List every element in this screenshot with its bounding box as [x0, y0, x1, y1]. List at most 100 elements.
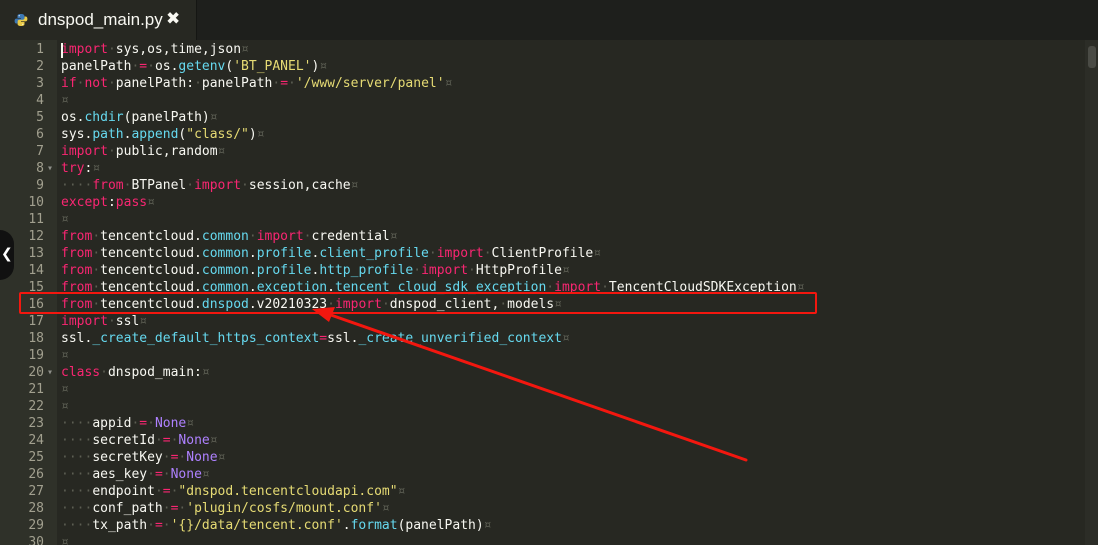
code-token: · [92, 246, 101, 261]
code-token: · [162, 501, 171, 516]
code-line-24[interactable]: 24 ····secretId·=·None¤ [0, 432, 1080, 449]
code-token: secretKey [92, 450, 163, 465]
code-token: · [154, 433, 163, 448]
line-number: 27 [28, 484, 44, 499]
code-token: dnspod_main: [107, 365, 202, 380]
line-number: 11 [28, 212, 44, 227]
code-line-10[interactable]: 10 except:pass¤ [0, 194, 1080, 211]
code-line-23[interactable]: 23 ····appid·=·None¤ [0, 415, 1080, 432]
line-number: 17 [28, 314, 44, 329]
code-token: · [272, 76, 281, 91]
code-token: client_profile [319, 246, 429, 261]
code-token: chdir [84, 110, 124, 125]
code-token: ···· [61, 416, 93, 431]
code-token: = [154, 518, 163, 533]
tab-dnspod-main[interactable]: dnspod_main.py ✖ [0, 0, 197, 40]
code-line-12[interactable]: 12 from·tencentcloud.common·import·creden… [0, 228, 1080, 245]
code-token: ¤ [350, 178, 359, 193]
code-token: import [61, 42, 108, 57]
code-token: from [61, 246, 93, 261]
code-line-28[interactable]: 28 ····conf_path·=·'plugin/cosfs/mount.co… [0, 500, 1080, 517]
code-token: · [107, 144, 116, 159]
line-number: 22 [28, 399, 44, 414]
code-token: · [92, 229, 101, 244]
code-token: if [61, 76, 77, 91]
code-token: endpoint [92, 484, 155, 499]
code-text: ¤ [61, 211, 69, 228]
code-line-11[interactable]: 11 ¤ [0, 211, 1080, 228]
code-line-20[interactable]: 20 ▾ class·dnspod_main:¤ [0, 364, 1080, 381]
code-token: tencentcloud. [100, 229, 202, 244]
python-file-icon [14, 14, 28, 26]
code-token: = [162, 433, 171, 448]
code-token: ¤ [256, 127, 265, 142]
code-line-3[interactable]: 3 if·not·panelPath:·panelPath·=·'/www/ser… [0, 75, 1080, 92]
code-line-21[interactable]: 21 ¤ [0, 381, 1080, 398]
code-token: ssl. [61, 331, 93, 346]
line-number: 26 [28, 467, 44, 482]
sidebar-toggle-handle[interactable]: ❮ [0, 230, 14, 280]
code-token: ssl [115, 314, 140, 329]
code-line-22[interactable]: 22 ¤ [0, 398, 1080, 415]
code-line-5[interactable]: 5 os.chdir(panelPath)¤ [0, 109, 1080, 126]
code-token: tencentcloud. [100, 263, 202, 278]
close-tab-icon[interactable]: ✖ [166, 8, 180, 30]
code-token: · [288, 76, 296, 91]
code-line-2[interactable]: 2 panelPath·=·os.getenv('BT_PANEL')¤ [0, 58, 1080, 75]
code-text: class·dnspod_main:¤ [61, 364, 210, 381]
code-token: ¤ [61, 535, 69, 545]
code-token: import [436, 246, 484, 261]
code-token: ¤ [397, 484, 406, 499]
code-line-4[interactable]: 4 ¤ [0, 92, 1080, 109]
code-line-14[interactable]: 14 from·tencentcloud.common.profile.http_… [0, 262, 1080, 279]
code-token: · [248, 229, 257, 244]
code-line-8[interactable]: 8 ▾ try:¤ [0, 160, 1080, 177]
code-token: common [201, 263, 249, 278]
code-line-9[interactable]: 9 ····from·BTPanel·import·session,cache¤ [0, 177, 1080, 194]
code-token: path [92, 127, 124, 142]
code-token: ¤ [61, 399, 69, 414]
code-line-25[interactable]: 25 ····secretKey·=·None¤ [0, 449, 1080, 466]
code-token: · [147, 467, 155, 482]
vertical-scrollbar[interactable] [1085, 40, 1098, 545]
code-token: ···· [61, 484, 93, 499]
code-token: ¤ [61, 382, 69, 397]
code-token: '/www/server/panel' [295, 76, 445, 91]
code-token: appid [92, 416, 132, 431]
line-number: 6 [36, 127, 44, 142]
code-line-7[interactable]: 7 import·public,random¤ [0, 143, 1080, 160]
code-token: · [147, 518, 155, 533]
code-token: BTPanel [131, 178, 187, 193]
code-token: from [61, 263, 93, 278]
fold-arrow-icon[interactable]: ▾ [47, 160, 53, 177]
code-text: from·tencentcloud.common·import·credenti… [61, 228, 398, 245]
line-number: 3 [36, 76, 44, 91]
code-token: _create_unverified_context [358, 331, 562, 346]
line-number: 28 [28, 501, 44, 516]
code-text: import·ssl¤ [61, 313, 147, 330]
code-text: from·tencentcloud.common.profile.http_pr… [61, 262, 570, 279]
code-token: panelPath [201, 76, 273, 91]
code-text: import·public,random¤ [61, 143, 225, 160]
code-line-26[interactable]: 26 ····aes_key·=·None¤ [0, 466, 1080, 483]
scrollbar-thumb[interactable] [1088, 46, 1096, 68]
code-line-13[interactable]: 13 from·tencentcloud.common.profile.clien… [0, 245, 1080, 262]
code-token: getenv [178, 59, 226, 74]
code-token: ¤ [241, 42, 249, 57]
code-token: · [162, 518, 171, 533]
code-token: · [468, 263, 476, 278]
code-line-29[interactable]: 29 ····tx_path·=·'{}/data/tencent.conf'.f… [0, 517, 1080, 534]
fold-arrow-icon[interactable]: ▾ [47, 364, 53, 381]
code-line-18[interactable]: 18 ssl._create_default_https_context=ssl.… [0, 330, 1080, 347]
code-token: 'plugin/cosfs/mount.conf' [186, 501, 382, 516]
code-line-27[interactable]: 27 ····endpoint·=·"dnspod.tencentcloudapi… [0, 483, 1080, 500]
code-line-1[interactable]: 1 import·sys,os,time,json¤ [0, 41, 1080, 58]
code-line-17[interactable]: 17 import·ssl¤ [0, 313, 1080, 330]
code-line-19[interactable]: 19 ¤ [0, 347, 1080, 364]
code-line-30[interactable]: 30 ¤ [0, 534, 1080, 545]
code-token: http_profile [319, 263, 414, 278]
code-line-6[interactable]: 6 sys.path.append("class/")¤ [0, 126, 1080, 143]
code-token: ¤ [147, 195, 155, 210]
code-token: secretId [92, 433, 155, 448]
code-token: ¤ [209, 110, 218, 125]
